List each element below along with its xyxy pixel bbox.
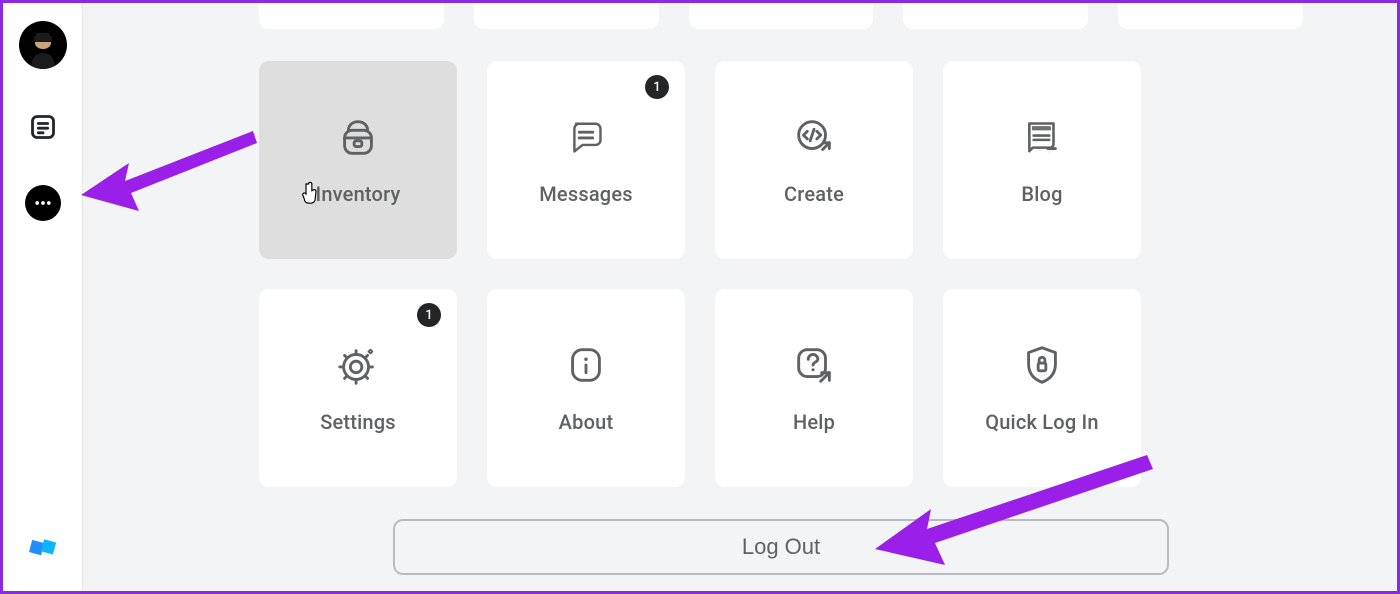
- tile-label: About: [559, 410, 614, 434]
- tile-settings[interactable]: 1 Settings: [259, 289, 457, 487]
- quick-login-icon: [1019, 342, 1065, 388]
- tile-blog[interactable]: Blog: [943, 61, 1141, 259]
- inventory-icon: [335, 114, 381, 160]
- tile-label: Settings: [320, 410, 396, 434]
- tile-label: Create: [784, 182, 844, 206]
- tile-about[interactable]: About: [487, 289, 685, 487]
- roblox-studio-logo[interactable]: [28, 533, 58, 567]
- tile-inventory[interactable]: Inventory: [259, 61, 457, 259]
- tile-label: Inventory: [315, 182, 400, 206]
- partial-tile[interactable]: [1118, 3, 1303, 29]
- tile-help[interactable]: Help: [715, 289, 913, 487]
- blog-icon: [1019, 114, 1065, 160]
- tile-label: Messages: [539, 182, 633, 206]
- about-icon: [563, 342, 609, 388]
- logout-button[interactable]: Log Out: [393, 519, 1169, 575]
- feed-icon: [29, 113, 57, 141]
- tile-label: Help: [793, 410, 835, 434]
- tile-messages[interactable]: 1 Messages: [487, 61, 685, 259]
- app-frame: Inventory 1 Messages: [0, 0, 1400, 594]
- sidebar: [3, 3, 83, 591]
- partial-tile[interactable]: [903, 3, 1088, 29]
- partial-tile[interactable]: [474, 3, 659, 29]
- partial-tile[interactable]: [259, 3, 444, 29]
- previous-row-partial: [259, 3, 1303, 29]
- create-icon: [791, 114, 837, 160]
- more-icon: [33, 193, 53, 213]
- studio-logo-icon: [28, 533, 58, 563]
- tile-label: Quick Log In: [985, 410, 1099, 434]
- badge-count: 1: [417, 303, 441, 327]
- badge-count: 1: [645, 75, 669, 99]
- tile-label: Blog: [1021, 182, 1062, 206]
- messages-icon: [563, 114, 609, 160]
- sidebar-more-button[interactable]: [25, 185, 61, 221]
- partial-tile[interactable]: [689, 3, 874, 29]
- help-icon: [791, 342, 837, 388]
- sidebar-feed-button[interactable]: [23, 107, 63, 147]
- avatar[interactable]: [19, 21, 67, 69]
- avatar-image-icon: [23, 29, 63, 69]
- tile-quick-log-in[interactable]: Quick Log In: [943, 289, 1141, 487]
- tile-create[interactable]: Create: [715, 61, 913, 259]
- main-content: Inventory 1 Messages: [83, 3, 1397, 591]
- logout-label: Log Out: [742, 534, 820, 560]
- settings-icon: [335, 342, 381, 388]
- menu-grid: Inventory 1 Messages: [259, 61, 1303, 487]
